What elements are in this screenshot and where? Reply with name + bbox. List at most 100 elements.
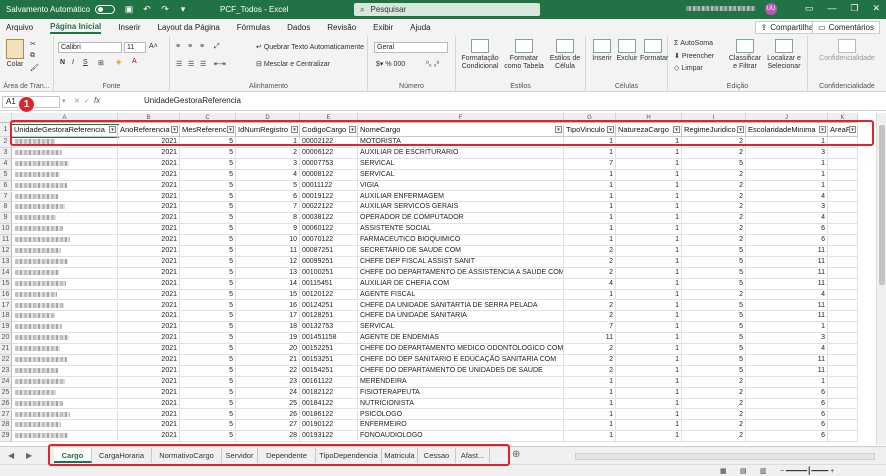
table-cell[interactable]: 5 — [180, 235, 236, 246]
table-cell[interactable] — [828, 224, 858, 236]
table-cell[interactable]: 1 — [616, 409, 682, 421]
table-cell[interactable]: 5 — [180, 202, 236, 214]
table-cell[interactable]: 5 — [682, 278, 746, 290]
table-cell[interactable] — [828, 278, 858, 290]
table-cell[interactable]: 4 — [746, 191, 828, 203]
table-cell[interactable]: 3 — [746, 333, 828, 345]
row-header[interactable]: 21 — [0, 344, 12, 355]
table-cell[interactable]: 2 — [564, 256, 616, 268]
table-cell[interactable]: 13 — [236, 267, 300, 279]
table-cell[interactable] — [828, 158, 858, 170]
table-cell[interactable]: AUXILIAR DE CHEFIA COM — [358, 278, 564, 290]
table-cell[interactable]: 1 — [616, 322, 682, 334]
row-header[interactable]: 7 — [0, 191, 12, 203]
fill-color-icon[interactable]: ◈ — [116, 58, 121, 66]
table-cell[interactable] — [828, 355, 858, 366]
table-cell[interactable] — [828, 289, 858, 301]
table-cell[interactable]: FONOAUDIOLOGO — [358, 431, 564, 443]
table-cell[interactable]: 1 — [616, 213, 682, 225]
table-cell[interactable] — [828, 311, 858, 323]
row-header[interactable]: 23 — [0, 365, 12, 377]
table-cell[interactable]: 11 — [746, 246, 828, 257]
table-cell[interactable]: NUTRICIONISTA — [358, 398, 564, 410]
table-cell[interactable]: 2 — [564, 355, 616, 366]
table-cell[interactable]: 5 — [180, 246, 236, 257]
table-cell[interactable]: 2 — [564, 365, 616, 377]
table-cell[interactable]: 1 — [564, 409, 616, 421]
table-cell[interactable] — [828, 202, 858, 214]
table-cell[interactable]: 2021 — [118, 311, 180, 323]
row-header[interactable]: 19 — [0, 322, 12, 334]
table-cell[interactable]: 11 — [746, 256, 828, 268]
table-cell[interactable]: 2 — [564, 246, 616, 257]
table-cell[interactable]: 1 — [616, 147, 682, 159]
ribbon-tab-arquivo[interactable]: Arquivo — [6, 23, 33, 32]
table-cell[interactable] — [828, 420, 858, 432]
redacted-cell[interactable] — [12, 355, 118, 366]
table-cell[interactable]: 8 — [236, 213, 300, 225]
table-cell[interactable]: 00022122 — [300, 202, 358, 214]
table-cell[interactable]: 5 — [180, 191, 236, 203]
table-cell[interactable]: 1 — [746, 169, 828, 181]
table-cell[interactable]: 5 — [180, 289, 236, 301]
table-cell[interactable]: 1 — [616, 333, 682, 345]
table-cell[interactable]: 00154251 — [300, 365, 358, 377]
table-cell[interactable] — [828, 213, 858, 225]
table-cell[interactable]: 11 — [746, 278, 828, 290]
table-cell[interactable]: 5 — [236, 180, 300, 192]
redacted-cell[interactable] — [12, 202, 118, 214]
table-cell[interactable]: 1 — [616, 344, 682, 355]
table-cell[interactable]: 5 — [682, 344, 746, 355]
table-cell[interactable]: OPERADOR DE COMPUTADOR — [358, 213, 564, 225]
table-cell[interactable] — [828, 387, 858, 399]
table-cell[interactable]: 2021 — [118, 322, 180, 334]
table-cell[interactable]: 11 — [746, 300, 828, 312]
table-cell[interactable]: 2021 — [118, 300, 180, 312]
redacted-cell[interactable] — [12, 180, 118, 192]
conditional-formatting-button[interactable]: Formatação Condicional — [460, 39, 500, 71]
table-cell[interactable] — [828, 398, 858, 410]
redacted-cell[interactable] — [12, 147, 118, 159]
redacted-cell[interactable] — [12, 365, 118, 377]
table-cell[interactable]: 00153251 — [300, 355, 358, 366]
table-cell[interactable] — [828, 409, 858, 421]
table-cell[interactable]: 2 — [564, 344, 616, 355]
table-cell[interactable]: 1 — [616, 267, 682, 279]
table-cell[interactable]: 1 — [616, 398, 682, 410]
table-cell[interactable]: 2 — [564, 300, 616, 312]
table-cell[interactable]: 16 — [236, 300, 300, 312]
table-cell[interactable]: 17 — [236, 311, 300, 323]
save-icon[interactable]: ▣ — [123, 4, 135, 16]
table-cell[interactable]: 11 — [746, 311, 828, 323]
table-cell[interactable]: 5 — [682, 300, 746, 312]
table-cell[interactable]: AUXILIAR DE ESCRITURARIO — [358, 147, 564, 159]
ribbon-tab-ajuda[interactable]: Ajuda — [410, 23, 430, 32]
table-cell[interactable]: 4 — [746, 344, 828, 355]
comments-button[interactable]: ▭ Comentários — [812, 21, 880, 34]
row-header[interactable]: 24 — [0, 376, 12, 388]
ribbon-tab-revis-o[interactable]: Revisão — [327, 23, 356, 32]
table-cell[interactable]: 5 — [682, 322, 746, 334]
table-cell[interactable]: 1 — [616, 376, 682, 388]
redacted-cell[interactable] — [12, 409, 118, 421]
table-cell[interactable]: 6 — [746, 398, 828, 410]
row-header[interactable]: 13 — [0, 256, 12, 268]
cell-styles-button[interactable]: Estilos de Célula — [548, 39, 582, 71]
table-cell[interactable]: 1 — [616, 431, 682, 443]
table-cell[interactable]: 11 — [746, 355, 828, 366]
redacted-cell[interactable] — [12, 376, 118, 388]
table-cell[interactable]: 1 — [616, 420, 682, 432]
redacted-cell[interactable] — [12, 256, 118, 268]
table-cell[interactable]: 7 — [236, 202, 300, 214]
table-cell[interactable]: 5 — [180, 311, 236, 323]
search-box[interactable]: ⌕ Pesquisar — [354, 3, 540, 16]
table-cell[interactable]: 2021 — [118, 213, 180, 225]
row-header[interactable]: 5 — [0, 169, 12, 181]
table-cell[interactable]: 2021 — [118, 420, 180, 432]
table-cell[interactable]: 2021 — [118, 158, 180, 170]
table-cell[interactable]: 1 — [616, 311, 682, 323]
table-cell[interactable] — [828, 322, 858, 334]
row-header[interactable]: 9 — [0, 213, 12, 225]
table-cell[interactable]: 1 — [616, 246, 682, 257]
table-cell[interactable]: 2021 — [118, 224, 180, 236]
